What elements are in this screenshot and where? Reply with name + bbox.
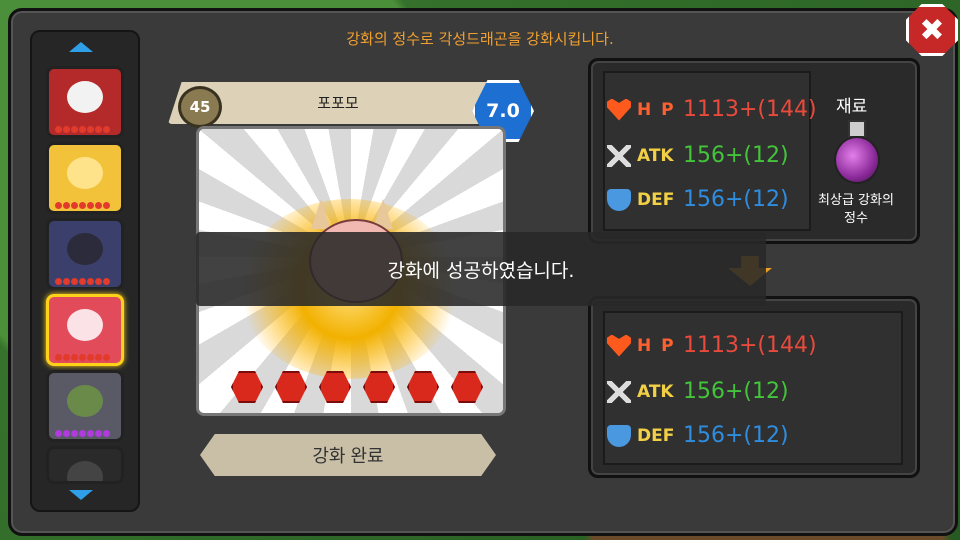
star-icon bbox=[55, 278, 62, 285]
dragon-portrait-icon bbox=[67, 157, 103, 189]
star-icon bbox=[79, 126, 86, 133]
def-row: DEF 156+(12) bbox=[607, 423, 789, 448]
potion-bulb bbox=[834, 136, 880, 184]
dragon-portrait-icon bbox=[67, 461, 103, 481]
stats-after-panel: H P 1113+(144) ATK 156+(12) DEF 156+(12) bbox=[588, 296, 920, 478]
dragon-portrait-icon bbox=[67, 385, 103, 417]
atk-value: 156+(12) bbox=[683, 143, 789, 168]
complete-button[interactable]: 강화 완료 bbox=[200, 434, 496, 476]
star-icon bbox=[55, 126, 62, 133]
gem-icon bbox=[407, 371, 439, 403]
gem-icon bbox=[363, 371, 395, 403]
star-icon bbox=[71, 278, 78, 285]
heart-icon bbox=[607, 98, 631, 121]
star-icon bbox=[95, 354, 102, 361]
gem-row bbox=[231, 371, 483, 403]
heart-icon bbox=[607, 334, 631, 357]
star-icon bbox=[79, 278, 86, 285]
star-icon bbox=[55, 202, 62, 209]
star-icon bbox=[71, 354, 78, 361]
close-icon: ✖ bbox=[919, 12, 945, 48]
star-icon bbox=[95, 202, 102, 209]
material-name: 최상급 강화의 정수 bbox=[806, 192, 906, 228]
dragon-thumb-5[interactable] bbox=[46, 370, 124, 442]
star-icon bbox=[63, 202, 70, 209]
star-icon bbox=[103, 202, 110, 209]
dragon-list[interactable] bbox=[30, 30, 140, 512]
star-icon bbox=[95, 278, 102, 285]
shield-icon bbox=[607, 424, 631, 447]
material-title: 재료 bbox=[836, 97, 868, 117]
star-icon bbox=[95, 126, 102, 133]
dragon-portrait-icon bbox=[67, 233, 103, 265]
success-toast: 강화에 성공하였습니다. bbox=[196, 232, 766, 306]
star-icon bbox=[63, 278, 70, 285]
star-icon bbox=[103, 430, 110, 437]
star-icon bbox=[87, 354, 94, 361]
star-icon bbox=[71, 202, 78, 209]
gem-icon bbox=[451, 371, 483, 403]
instruction-text: 강화의 정수로 각성드래곤을 강화시킵니다. bbox=[346, 30, 614, 48]
gem-icon bbox=[275, 371, 307, 403]
star-icon bbox=[79, 202, 86, 209]
atk-value: 156+(12) bbox=[683, 379, 789, 404]
star-icon bbox=[87, 126, 94, 133]
swords-icon bbox=[607, 144, 631, 167]
star-rating bbox=[55, 354, 110, 361]
star-icon bbox=[71, 126, 78, 133]
shield-icon bbox=[607, 188, 631, 211]
star-icon bbox=[71, 430, 78, 437]
hp-value: 1113+(144) bbox=[683, 333, 817, 358]
star-icon bbox=[79, 430, 86, 437]
hp-row: H P 1113+(144) bbox=[607, 97, 817, 122]
star-icon bbox=[87, 202, 94, 209]
material-name-line2: 정수 bbox=[844, 211, 868, 226]
hp-label: H P bbox=[637, 335, 676, 356]
level-badge: 45 bbox=[178, 86, 222, 128]
swords-icon bbox=[607, 380, 631, 403]
atk-row: ATK 156+(12) bbox=[607, 379, 789, 404]
star-icon bbox=[55, 354, 62, 361]
def-value: 156+(12) bbox=[683, 187, 789, 212]
def-label: DEF bbox=[637, 189, 675, 210]
hp-value: 1113+(144) bbox=[683, 97, 817, 122]
material-name-line1: 최상급 강화의 bbox=[818, 193, 894, 208]
star-icon bbox=[63, 430, 70, 437]
star-icon bbox=[87, 430, 94, 437]
def-label: DEF bbox=[637, 425, 675, 446]
atk-label: ATK bbox=[637, 381, 674, 402]
star-icon bbox=[103, 354, 110, 361]
potion-icon bbox=[830, 120, 880, 186]
gem-icon bbox=[319, 371, 351, 403]
star-icon bbox=[79, 354, 86, 361]
atk-row: ATK 156+(12) bbox=[607, 143, 789, 168]
atk-label: ATK bbox=[637, 145, 674, 166]
scroll-up-arrow-icon[interactable] bbox=[69, 42, 93, 52]
dragon-portrait-icon bbox=[67, 81, 103, 113]
gem-icon bbox=[231, 371, 263, 403]
star-icon bbox=[63, 354, 70, 361]
star-rating bbox=[55, 278, 110, 285]
dragon-thumb-2[interactable] bbox=[46, 142, 124, 214]
star-icon bbox=[55, 430, 62, 437]
star-rating bbox=[55, 126, 110, 133]
scroll-down-arrow-icon[interactable] bbox=[69, 490, 93, 500]
dragon-portrait-icon bbox=[67, 309, 103, 341]
star-icon bbox=[95, 430, 102, 437]
dragon-thumb-3[interactable] bbox=[46, 218, 124, 290]
hp-row: H P 1113+(144) bbox=[607, 333, 817, 358]
star-rating bbox=[55, 430, 110, 437]
star-icon bbox=[103, 278, 110, 285]
def-value: 156+(12) bbox=[683, 423, 789, 448]
dragon-thumb-6[interactable] bbox=[46, 446, 124, 484]
star-icon bbox=[87, 278, 94, 285]
star-rating bbox=[55, 202, 110, 209]
star-icon bbox=[63, 126, 70, 133]
hp-label: H P bbox=[637, 99, 676, 120]
def-row: DEF 156+(12) bbox=[607, 187, 789, 212]
star-icon bbox=[103, 126, 110, 133]
dragon-thumb-4[interactable] bbox=[46, 294, 124, 366]
dragon-thumb-1[interactable] bbox=[46, 66, 124, 138]
